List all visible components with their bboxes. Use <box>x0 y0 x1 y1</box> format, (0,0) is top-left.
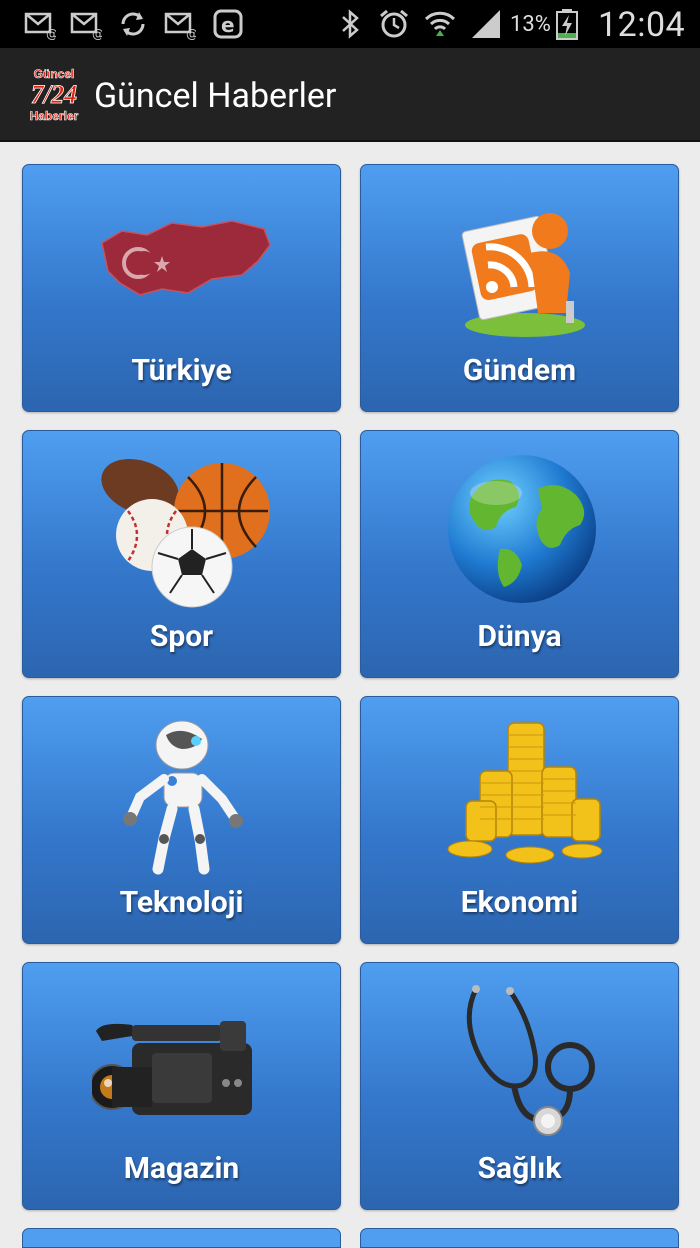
tile-label: Gündem <box>462 353 577 388</box>
tile-label: Magazin <box>123 1151 240 1186</box>
app-logo[interactable]: Güncel 7/24 Haberler <box>24 64 84 126</box>
turkey-map-icon <box>100 220 271 296</box>
category-tile-dunya[interactable]: Dünya <box>360 430 679 678</box>
tile-label: Türkiye <box>131 353 232 388</box>
rss-reader-icon <box>461 213 585 337</box>
robot-icon <box>122 720 243 875</box>
tile-label: Spor <box>149 619 214 654</box>
svg-text:@: @ <box>92 27 102 40</box>
bluetooth-icon <box>342 9 359 39</box>
email-notification-icon: @ <box>24 12 56 40</box>
app-title: Güncel Haberler <box>94 76 337 116</box>
category-tile-teknoloji[interactable]: Teknoloji <box>22 696 341 944</box>
category-tile-partial[interactable] <box>360 1228 679 1248</box>
tile-label: Dünya <box>477 619 562 654</box>
category-tile-magazin[interactable]: Magazin <box>22 962 341 1210</box>
app-bar: Güncel 7/24 Haberler Güncel Haberler <box>0 48 700 142</box>
tile-label: Ekonomi <box>460 885 579 920</box>
status-bar: @ @ @ e 13% 12:04 <box>0 0 700 48</box>
signal-icon <box>472 10 500 38</box>
email-notification-icon: @ <box>164 12 196 40</box>
svg-text:e: e <box>221 13 235 37</box>
e-app-icon: e <box>213 9 243 39</box>
gold-coins-icon <box>447 722 602 864</box>
svg-text:@: @ <box>186 27 196 40</box>
alarm-icon <box>380 9 408 38</box>
category-tile-partial[interactable] <box>22 1228 341 1248</box>
globe-icon <box>447 455 596 603</box>
category-tile-ekonomi[interactable]: Ekonomi <box>360 696 679 944</box>
svg-text:Güncel: Güncel <box>34 67 75 81</box>
svg-text:@: @ <box>46 27 56 40</box>
tile-label: Teknoloji <box>119 885 244 920</box>
wifi-icon <box>424 11 456 36</box>
stethoscope-icon <box>466 985 595 1136</box>
email-notification-icon: @ <box>70 12 102 40</box>
category-tile-gundem[interactable]: Gündem <box>360 164 679 412</box>
battery-percent: 13% <box>510 12 551 37</box>
category-tile-saglik[interactable]: Sağlık <box>360 962 679 1210</box>
category-tile-spor[interactable]: Spor <box>22 430 341 678</box>
svg-text:7/24: 7/24 <box>31 80 77 109</box>
sports-balls-icon <box>100 458 270 608</box>
clock: 12:04 <box>598 5 686 45</box>
category-grid: Türkiye Gündem Spor Dünya Teknoloji Ekon… <box>0 142 700 1244</box>
battery-charging-icon <box>556 9 578 40</box>
category-tile-turkiye[interactable]: Türkiye <box>22 164 341 412</box>
sync-icon <box>121 12 145 36</box>
tile-label: Sağlık <box>477 1151 562 1186</box>
svg-text:Haberler: Haberler <box>30 109 79 123</box>
video-camera-icon <box>91 1021 252 1115</box>
